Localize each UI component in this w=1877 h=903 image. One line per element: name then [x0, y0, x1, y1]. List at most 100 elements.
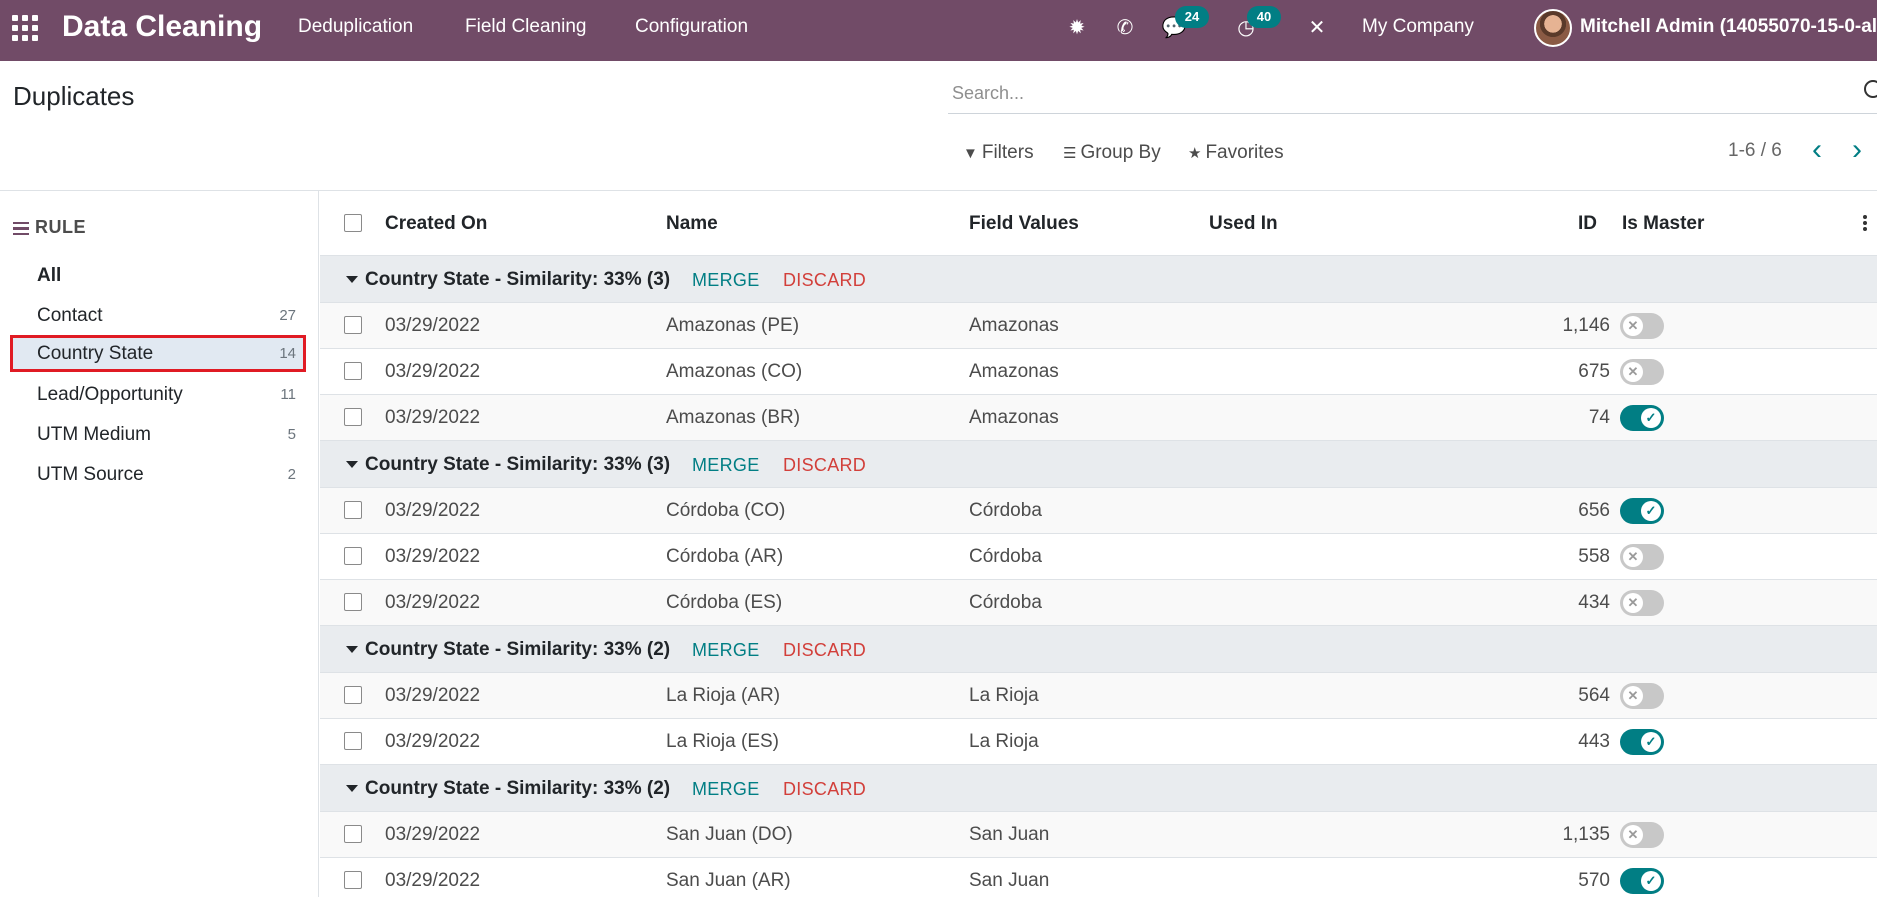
column-is-master[interactable]: Is Master: [1622, 212, 1704, 236]
user-menu[interactable]: Mitchell Admin (14055070-15-0-all: [1580, 15, 1877, 39]
cell-field-values: La Rioja: [969, 731, 1039, 752]
cell-id: 434: [1578, 592, 1610, 613]
user-avatar[interactable]: [1534, 9, 1572, 47]
is-master-toggle[interactable]: ✕: [1620, 359, 1664, 385]
filters-button[interactable]: ▼ Filters: [963, 141, 1034, 166]
table-row[interactable]: 03/29/2022 Amazonas (CO) Amazonas 675 ✕: [320, 348, 1877, 394]
merge-button[interactable]: MERGE: [692, 454, 760, 476]
cell-field-values: Amazonas: [969, 361, 1059, 382]
row-checkbox[interactable]: [344, 871, 362, 889]
sidebar-item-utm-source[interactable]: UTM Source 2: [10, 456, 306, 493]
row-checkbox[interactable]: [344, 362, 362, 380]
sidebar-item-utm-medium[interactable]: UTM Medium 5: [10, 416, 306, 453]
discard-button[interactable]: DISCARD: [783, 454, 866, 476]
cell-name: Córdoba (AR): [666, 546, 784, 567]
group-row[interactable]: Country State - Similarity: 33% (3) MERGE…: [320, 440, 1877, 487]
is-master-toggle[interactable]: ✕: [1620, 822, 1664, 848]
optional-columns-icon[interactable]: [1863, 215, 1867, 233]
phone-icon[interactable]: ✆: [1112, 14, 1138, 42]
row-checkbox[interactable]: [344, 825, 362, 843]
cell-field-values: San Juan: [969, 870, 1050, 891]
table-row[interactable]: 03/29/2022 La Rioja (AR) La Rioja 564 ✕: [320, 672, 1877, 718]
sidebar-item-contact[interactable]: Contact 27: [10, 297, 306, 334]
caret-down-icon[interactable]: [346, 276, 358, 283]
column-field-values[interactable]: Field Values: [969, 212, 1079, 236]
group-row[interactable]: Country State - Similarity: 33% (2) MERGE…: [320, 764, 1877, 811]
sidebar-item-all[interactable]: All: [10, 257, 306, 294]
is-master-toggle[interactable]: ✓: [1620, 729, 1664, 755]
cell-name: Córdoba (ES): [666, 592, 783, 613]
group-by-button[interactable]: ☰ Group By: [1063, 141, 1161, 166]
table-row[interactable]: 03/29/2022 San Juan (AR) San Juan 570 ✓: [320, 857, 1877, 903]
favorites-button[interactable]: ★ Favorites: [1188, 141, 1284, 166]
is-master-toggle[interactable]: ✓: [1620, 405, 1664, 431]
close-icon: ✕: [1623, 547, 1643, 567]
caret-down-icon[interactable]: [346, 785, 358, 792]
group-by-icon: ☰: [1063, 145, 1077, 162]
table-row[interactable]: 03/29/2022 Córdoba (CO) Córdoba 656 ✓: [320, 487, 1877, 533]
group-row[interactable]: Country State - Similarity: 33% (3) MERGE…: [320, 255, 1877, 302]
group-title[interactable]: Country State - Similarity: 33% (2): [365, 638, 670, 662]
search-input[interactable]: [948, 78, 1848, 108]
table-row[interactable]: 03/29/2022 Córdoba (ES) Córdoba 434 ✕: [320, 579, 1877, 625]
select-all-checkbox[interactable]: [344, 214, 362, 232]
table-row[interactable]: 03/29/2022 Córdoba (AR) Córdoba 558 ✕: [320, 533, 1877, 579]
discard-button[interactable]: DISCARD: [783, 269, 866, 291]
is-master-toggle[interactable]: ✕: [1620, 590, 1664, 616]
group-title[interactable]: Country State - Similarity: 33% (3): [365, 453, 670, 477]
duplicates-list: Created On Name Field Values Used In ID …: [320, 191, 1877, 903]
menu-configuration[interactable]: Configuration: [635, 15, 748, 39]
column-created-on[interactable]: Created On: [385, 212, 487, 236]
app-title[interactable]: Data Cleaning: [62, 9, 262, 45]
company-switcher[interactable]: My Company: [1362, 15, 1474, 39]
row-checkbox[interactable]: [344, 501, 362, 519]
apps-menu-icon[interactable]: [12, 15, 40, 43]
is-master-toggle[interactable]: ✓: [1620, 868, 1664, 894]
row-checkbox[interactable]: [344, 408, 362, 426]
cell-id: 558: [1578, 546, 1610, 567]
activities-count-badge: 40: [1247, 6, 1281, 28]
discard-button[interactable]: DISCARD: [783, 639, 866, 661]
column-name[interactable]: Name: [666, 212, 718, 236]
row-checkbox[interactable]: [344, 686, 362, 704]
is-master-toggle[interactable]: ✕: [1620, 544, 1664, 570]
sidebar-item-count: 14: [279, 345, 296, 362]
row-checkbox[interactable]: [344, 547, 362, 565]
table-row[interactable]: 03/29/2022 San Juan (DO) San Juan 1,135 ✕: [320, 811, 1877, 857]
row-checkbox[interactable]: [344, 316, 362, 334]
pager-next-icon[interactable]: ›: [1852, 135, 1862, 165]
caret-down-icon[interactable]: [346, 646, 358, 653]
sidebar-item-country-state[interactable]: Country State 14: [10, 335, 306, 372]
merge-button[interactable]: MERGE: [692, 269, 760, 291]
messages-chat-icon[interactable]: 💬 24: [1161, 6, 1209, 42]
column-id[interactable]: ID: [1578, 212, 1597, 236]
cell-created-on: 03/29/2022: [385, 731, 481, 752]
tools-icon[interactable]: ✕: [1304, 14, 1330, 42]
sidebar-item-lead-opportunity[interactable]: Lead/Opportunity 11: [10, 376, 306, 413]
activities-clock-icon[interactable]: ◷ 40: [1233, 6, 1281, 42]
row-checkbox[interactable]: [344, 593, 362, 611]
group-title[interactable]: Country State - Similarity: 33% (2): [365, 777, 670, 801]
group-title[interactable]: Country State - Similarity: 33% (3): [365, 268, 670, 292]
menu-deduplication[interactable]: Deduplication: [298, 15, 413, 39]
is-master-toggle[interactable]: ✕: [1620, 313, 1664, 339]
search-icon[interactable]: [1864, 80, 1877, 98]
pager-value[interactable]: 1-6 / 6: [1728, 139, 1782, 163]
cell-field-values: Amazonas: [969, 315, 1059, 336]
is-master-toggle[interactable]: ✕: [1620, 683, 1664, 709]
debug-bug-icon[interactable]: ✹: [1064, 14, 1090, 42]
table-row[interactable]: 03/29/2022 La Rioja (ES) La Rioja 443 ✓: [320, 718, 1877, 764]
menu-field-cleaning[interactable]: Field Cleaning: [465, 15, 586, 39]
cell-field-values: Córdoba: [969, 500, 1042, 521]
row-checkbox[interactable]: [344, 732, 362, 750]
table-row[interactable]: 03/29/2022 Amazonas (PE) Amazonas 1,146 ✕: [320, 302, 1877, 348]
pager-previous-icon[interactable]: ‹: [1812, 135, 1822, 165]
merge-button[interactable]: MERGE: [692, 639, 760, 661]
group-row[interactable]: Country State - Similarity: 33% (2) MERGE…: [320, 625, 1877, 672]
column-used-in[interactable]: Used In: [1209, 212, 1278, 236]
table-row[interactable]: 03/29/2022 Amazonas (BR) Amazonas 74 ✓: [320, 394, 1877, 440]
discard-button[interactable]: DISCARD: [783, 778, 866, 800]
is-master-toggle[interactable]: ✓: [1620, 498, 1664, 524]
merge-button[interactable]: MERGE: [692, 778, 760, 800]
caret-down-icon[interactable]: [346, 461, 358, 468]
